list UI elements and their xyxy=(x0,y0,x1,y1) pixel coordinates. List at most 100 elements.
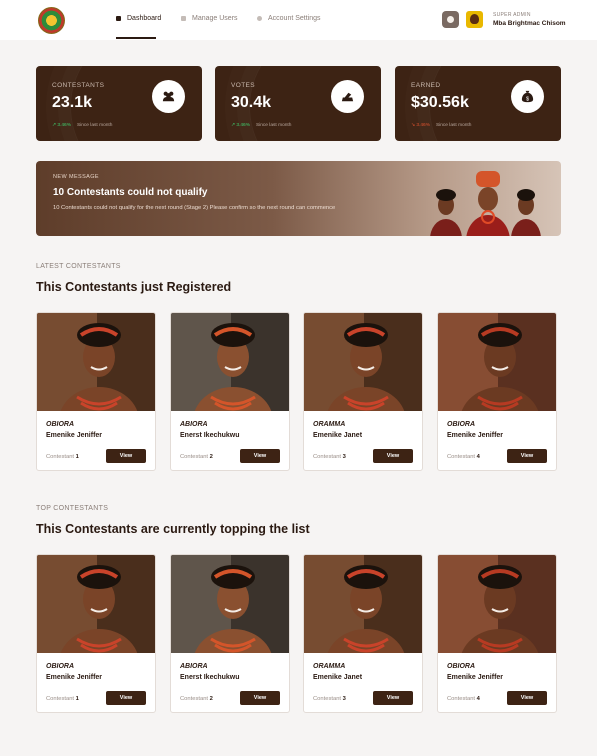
users-icon xyxy=(181,16,186,21)
view-button[interactable]: View xyxy=(106,449,146,463)
settings-icon xyxy=(257,16,262,21)
contestant-stage-name: ORAMMA xyxy=(313,663,346,670)
stat-trend: ↘ 3.46% Since last month xyxy=(411,123,471,128)
contestant-card[interactable]: OBIORA Emenike Jeniffer Contestant 4 View xyxy=(437,312,557,471)
contestant-stage-name: OBIORA xyxy=(447,663,475,670)
contestant-card[interactable]: ORAMMA Emenike Janet Contestant 3 View xyxy=(303,312,423,471)
contestant-number-value: 2 xyxy=(209,696,213,702)
top-navbar: Dashboard Manage Users Account Settings … xyxy=(0,0,597,40)
trend-value: ↗ 3.46% xyxy=(52,123,71,128)
view-button[interactable]: View xyxy=(373,449,413,463)
trend-period: Since last month xyxy=(435,123,472,128)
contestant-number-value: 1 xyxy=(75,696,79,702)
contestant-number: Contestant 2 xyxy=(180,696,213,702)
nav-active-indicator xyxy=(116,37,156,39)
contestant-card[interactable]: OBIORA Emenike Jeniffer Contestant 1 View xyxy=(36,312,156,471)
logo[interactable] xyxy=(38,7,65,34)
banner-text: 10 Contestants could not qualify for the… xyxy=(53,205,336,211)
notification-button[interactable] xyxy=(442,11,459,28)
contestant-name: Emenike Jeniffer xyxy=(46,432,103,439)
nav-manage-users-label: Manage Users xyxy=(192,15,238,22)
banner-title: 10 Contestants could not qualify xyxy=(53,187,208,198)
contestant-stage-name: OBIORA xyxy=(447,421,475,428)
contestant-number-label: Contestant xyxy=(447,696,476,702)
contestant-photo xyxy=(37,555,155,653)
banner-contestants-image xyxy=(430,171,541,236)
nav-account-settings[interactable]: Account Settings xyxy=(257,15,321,22)
stat-value: 30.4k xyxy=(231,94,272,111)
contestant-number-label: Contestant xyxy=(46,696,75,702)
trend-period: Since last month xyxy=(255,123,292,128)
contestant-card[interactable]: OBIORA Emenike Jeniffer Contestant 1 View xyxy=(36,554,156,713)
contestant-number: Contestant 4 xyxy=(447,454,480,460)
banner-tag: NEW MESSAGE xyxy=(53,174,99,180)
contestant-number-label: Contestant xyxy=(313,454,342,460)
contestant-photo xyxy=(171,313,289,411)
contestant-card[interactable]: OBIORA Emenike Jeniffer Contestant 4 View xyxy=(437,554,557,713)
view-button[interactable]: View xyxy=(507,449,547,463)
contestant-number-label: Contestant xyxy=(180,696,209,702)
trend-value: ↗ 3.46% xyxy=(231,123,250,128)
contestant-number-value: 1 xyxy=(75,454,79,460)
contestant-number: Contestant 3 xyxy=(313,696,346,702)
stat-trend: ↗ 3.46% Since last month xyxy=(52,123,112,128)
contestant-name: Emenike Janet xyxy=(313,432,363,439)
view-button[interactable]: View xyxy=(240,449,280,463)
contestant-number-value: 3 xyxy=(342,454,346,460)
contestant-number-value: 4 xyxy=(476,454,480,460)
stat-value: $30.56k xyxy=(411,94,469,111)
nav-manage-users[interactable]: Manage Users xyxy=(181,15,238,22)
stat-card-votes: VOTES 30.4k ↗ 3.46% Since last month xyxy=(215,66,381,141)
contestant-name: Emenike Jeniffer xyxy=(447,432,504,439)
contestant-number-value: 4 xyxy=(476,696,480,702)
view-button[interactable]: View xyxy=(373,691,413,705)
contestant-stage-name: OBIORA xyxy=(46,663,74,670)
contestant-card[interactable]: ORAMMA Emenike Janet Contestant 3 View xyxy=(303,554,423,713)
nav-dashboard[interactable]: Dashboard xyxy=(116,15,161,22)
contestant-number: Contestant 3 xyxy=(313,454,346,460)
contestant-name: Emenike Jeniffer xyxy=(447,674,504,681)
nav-dashboard-label: Dashboard xyxy=(127,15,162,22)
contestant-card[interactable]: ABIORA Enerst Ikechukwu Contestant 2 View xyxy=(170,312,290,471)
group-icon xyxy=(152,80,185,113)
new-message-banner[interactable]: NEW MESSAGE 10 Contestants could not qua… xyxy=(36,161,561,236)
contestant-stage-name: ORAMMA xyxy=(313,421,346,428)
trend-value: ↘ 3.46% xyxy=(411,123,430,128)
notification-icon xyxy=(447,16,454,23)
user-name: Mba Brightmac Chisom xyxy=(493,20,566,27)
stat-card-earned: EARNED $30.56k ↘ 3.46% Since last month … xyxy=(395,66,561,141)
stat-value: 23.1k xyxy=(52,94,93,111)
contestant-name: Enerst Ikechukwu xyxy=(180,674,240,681)
contestant-card[interactable]: ABIORA Enerst Ikechukwu Contestant 2 View xyxy=(170,554,290,713)
dashboard-icon xyxy=(116,16,121,21)
latest-section-tag: LATEST CONTESTANTS xyxy=(36,263,121,270)
contestant-number-label: Contestant xyxy=(180,454,209,460)
view-button[interactable]: View xyxy=(240,691,280,705)
user-role: SUPER ADMIN xyxy=(493,12,531,18)
ballot-icon xyxy=(331,80,364,113)
contestant-name: Enerst Ikechukwu xyxy=(180,432,240,439)
contestant-stage-name: ABIORA xyxy=(180,421,208,428)
contestant-number-value: 2 xyxy=(209,454,213,460)
view-button[interactable]: View xyxy=(507,691,547,705)
contestant-stage-name: OBIORA xyxy=(46,421,74,428)
contestant-number: Contestant 1 xyxy=(46,696,79,702)
contestant-number: Contestant 1 xyxy=(46,454,79,460)
money-bag-icon: $ xyxy=(511,80,544,113)
avatar[interactable] xyxy=(466,11,483,28)
view-button[interactable]: View xyxy=(106,691,146,705)
contestant-photo xyxy=(438,313,556,411)
nav-account-settings-label: Account Settings xyxy=(268,15,321,22)
top-section-tag: TOP CONTESTANTS xyxy=(36,505,109,512)
contestant-photo xyxy=(438,555,556,653)
contestant-photo xyxy=(304,313,422,411)
contestant-photo xyxy=(171,555,289,653)
stat-label: VOTES xyxy=(231,82,256,89)
top-section-title: This Contestants are currently topping t… xyxy=(36,522,310,536)
latest-section-title: This Contestants just Registered xyxy=(36,280,232,294)
contestant-name: Emenike Jeniffer xyxy=(46,674,103,681)
contestant-name: Emenike Janet xyxy=(313,674,363,681)
contestant-number: Contestant 2 xyxy=(180,454,213,460)
contestant-photo xyxy=(37,313,155,411)
contestant-photo xyxy=(304,555,422,653)
